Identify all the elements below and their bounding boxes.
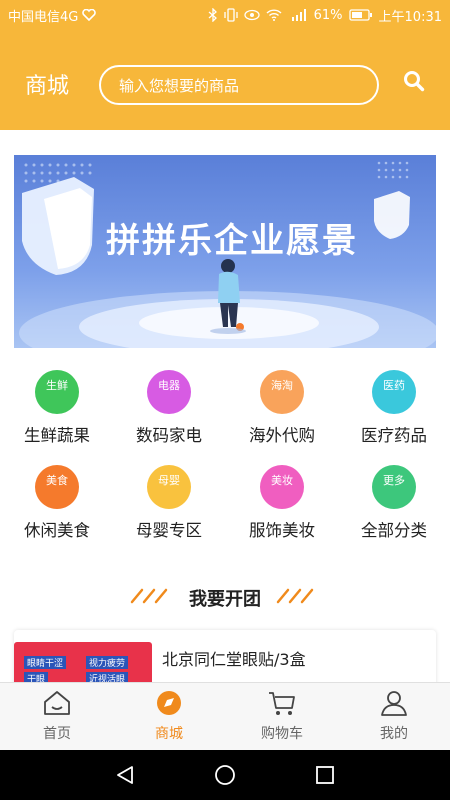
user-icon (381, 691, 407, 716)
category-badge: 母婴 (158, 474, 180, 487)
bluetooth-icon (208, 8, 217, 22)
product-title: 北京同仁堂眼贴/3盒 (162, 650, 306, 669)
carrier-text: 中国电信4G (8, 9, 79, 25)
clock-text: 上午10:31 (378, 9, 442, 25)
appliance-icon: 电器 (147, 370, 191, 414)
bottom-tab-bar: 首页 商城 购物车 我的 (0, 682, 450, 750)
back-icon[interactable] (114, 764, 136, 786)
tab-label: 首页 (43, 726, 71, 742)
status-bar: 中国电信4G 61% 上午10:31 (0, 0, 450, 30)
category-fashion[interactable]: 美妆 服饰美妆 (226, 465, 338, 541)
category-badge: 生鲜 (46, 379, 68, 392)
category-fresh[interactable]: 生鲜 生鲜蔬果 (1, 370, 113, 446)
product-tag: 视力疲劳 (86, 656, 129, 669)
main-content: 拼拼乐企业愿景 生鲜 生鲜蔬果 电器 数码家电 海淘 海外代购 医药 医疗药品 (0, 130, 450, 690)
product-tag: 眼睛干涩 (24, 656, 67, 669)
category-badge: 美妆 (271, 474, 293, 487)
category-label: 医疗药品 (361, 426, 427, 445)
category-label: 服饰美妆 (249, 521, 315, 540)
category-badge: 海淘 (271, 379, 293, 392)
tab-mall[interactable]: 商城 (113, 683, 225, 751)
category-label: 母婴专区 (136, 521, 202, 540)
banner-title: 拼拼乐企业愿景 (106, 221, 358, 261)
cosmetics-icon: 美妆 (260, 465, 304, 509)
fresh-icon: 生鲜 (35, 370, 79, 414)
medical-kit-icon: 医药 (372, 370, 416, 414)
cart-icon (269, 692, 295, 715)
category-all[interactable]: 更多 全部分类 (338, 465, 450, 541)
category-badge: 电器 (158, 379, 180, 392)
tab-home[interactable]: 首页 (1, 683, 113, 751)
search-icon[interactable] (403, 70, 425, 92)
system-nav-bar (0, 750, 450, 800)
mall-icon (157, 691, 181, 715)
category-label: 休闲美食 (24, 521, 90, 540)
section-title: 我要开团 (189, 589, 261, 610)
tab-cart[interactable]: 购物车 (226, 683, 338, 751)
vibrate-icon (223, 8, 238, 22)
home-circle-icon[interactable] (214, 764, 236, 786)
header: 商城 输入您想要的商品 (0, 30, 450, 130)
slash-decoration-right (276, 588, 314, 604)
wifi-icon (266, 9, 282, 21)
eye-icon (243, 9, 260, 21)
page-title: 商城 (25, 74, 70, 99)
product-card[interactable]: 眼睛干涩 视力疲劳 干眼 近视活眼 北京同仁堂眼贴/3盒 (14, 630, 436, 690)
shopping-bag-icon: 海淘 (260, 370, 304, 414)
baby-bottle-icon: 母婴 (147, 465, 191, 509)
home-icon (44, 691, 70, 715)
category-label: 生鲜蔬果 (24, 426, 90, 445)
grid-icon: 更多 (372, 465, 416, 509)
category-snacks[interactable]: 美食 休闲美食 (1, 465, 113, 541)
battery-icon (348, 9, 372, 21)
tab-label: 商城 (155, 726, 183, 742)
category-label: 海外代购 (249, 426, 315, 445)
heart-icon (82, 9, 97, 21)
food-icon: 美食 (35, 465, 79, 509)
category-overseas[interactable]: 海淘 海外代购 (226, 370, 338, 446)
category-label: 数码家电 (136, 426, 202, 445)
category-label: 全部分类 (361, 521, 427, 540)
category-baby[interactable]: 母婴 母婴专区 (113, 465, 225, 541)
battery-percent: 61% (313, 7, 343, 23)
tab-profile[interactable]: 我的 (338, 683, 450, 751)
category-badge: 医药 (383, 379, 405, 392)
category-badge: 美食 (46, 474, 68, 487)
category-badge: 更多 (383, 474, 405, 487)
search-placeholder: 输入您想要的商品 (119, 76, 240, 95)
recents-icon[interactable] (315, 765, 335, 785)
promo-banner[interactable]: 拼拼乐企业愿景 (14, 155, 436, 348)
category-medicine[interactable]: 医药 医疗药品 (338, 370, 450, 446)
tab-label: 我的 (380, 726, 408, 742)
search-input[interactable]: 输入您想要的商品 (99, 65, 379, 105)
category-electronics[interactable]: 电器 数码家电 (113, 370, 225, 446)
tab-label: 购物车 (261, 726, 303, 742)
signal-icon (291, 9, 306, 21)
